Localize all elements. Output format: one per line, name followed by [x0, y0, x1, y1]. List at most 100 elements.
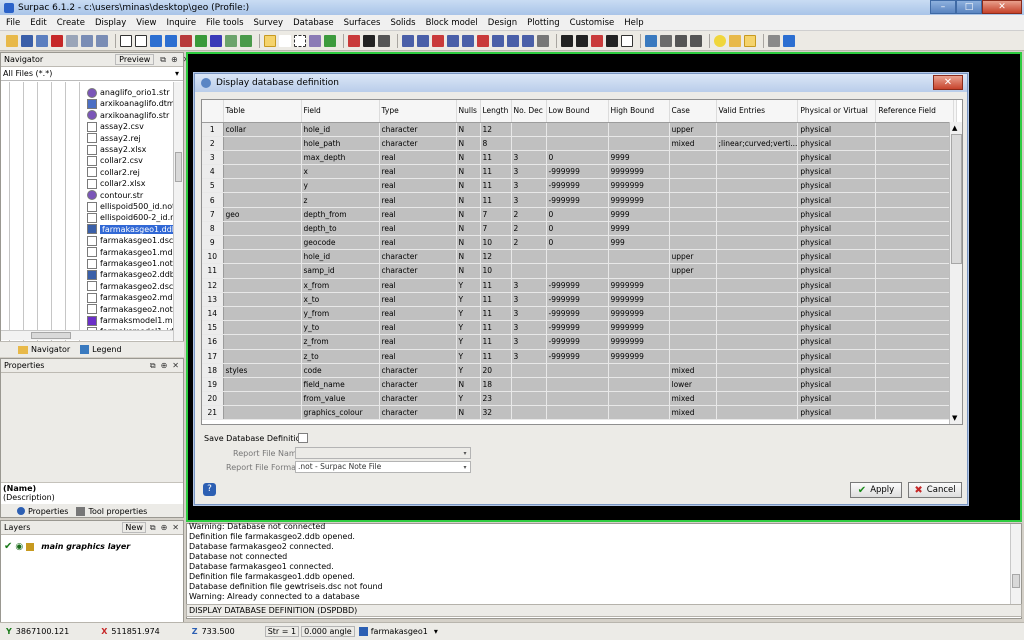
close-icon[interactable]: ✕ [172, 361, 179, 371]
break-string-icon[interactable] [477, 34, 489, 47]
table-cell[interactable] [223, 263, 302, 279]
table-cell[interactable]: physical [797, 235, 877, 251]
table-cell[interactable]: styles [223, 363, 302, 378]
table-cell[interactable] [223, 150, 302, 166]
float-icon[interactable]: ⧉ [150, 523, 156, 533]
table-cell[interactable] [875, 249, 955, 265]
table-cell[interactable]: -999999 [546, 292, 609, 307]
properties-icon[interactable] [66, 34, 78, 47]
table-cell[interactable]: Y [456, 320, 481, 336]
table-cell[interactable] [875, 349, 955, 364]
table-cell[interactable]: 7 [480, 207, 512, 222]
table-cell[interactable]: physical [797, 349, 877, 364]
report-file-name-input[interactable]: ▾ [295, 447, 471, 459]
table-cell[interactable]: physical [797, 391, 877, 407]
table-cell[interactable]: physical [797, 278, 877, 293]
eye-icon[interactable]: ◉ [15, 542, 23, 552]
table-cell[interactable]: physical [797, 249, 877, 265]
table-cell[interactable]: -999999 [546, 320, 609, 336]
table-cell[interactable]: graphics_colour [301, 405, 380, 421]
table-cell[interactable]: y_to [301, 320, 380, 336]
table-cell[interactable] [669, 221, 717, 237]
table-cell[interactable] [716, 263, 799, 279]
table-cell[interactable]: 20 [480, 363, 512, 378]
menu-solids[interactable]: Solids [390, 18, 415, 28]
table-cell[interactable] [669, 150, 717, 166]
table-cell[interactable] [223, 377, 302, 393]
table-cell[interactable]: physical [797, 122, 877, 137]
table-cell[interactable] [608, 363, 670, 378]
table-cell[interactable] [511, 263, 547, 279]
table-cell[interactable] [716, 391, 799, 407]
zoom-out-icon[interactable] [165, 34, 177, 47]
string-edit-icon[interactable] [402, 34, 414, 47]
table-row[interactable]: 7 geo depth_from real N 7 2 0 9999 physical [202, 207, 958, 222]
table-cell[interactable]: x_to [301, 292, 380, 307]
table-cell[interactable]: upper [669, 249, 717, 265]
table-row[interactable]: 18 styles code character Y 20 mixed physical [202, 363, 958, 378]
table-cell[interactable] [669, 192, 717, 208]
table-cell[interactable]: lower [669, 377, 717, 393]
select-point-icon[interactable] [264, 34, 276, 47]
table-cell[interactable]: Y [456, 391, 481, 407]
table-row[interactable]: 11 samp_id character N 10 upper physical [202, 263, 958, 279]
table-cell[interactable]: mixed [669, 136, 717, 151]
table-cell[interactable]: Y [456, 349, 481, 364]
table-cell[interactable]: physical [797, 320, 877, 336]
table-cell[interactable]: 9999999 [608, 306, 670, 322]
file-item[interactable]: assay2.xlsx [87, 144, 146, 155]
menu-help[interactable]: Help [624, 18, 643, 28]
table-cell[interactable] [716, 278, 799, 293]
light-bulb-icon[interactable] [714, 34, 726, 47]
close-icon[interactable]: ✕ [172, 523, 179, 533]
table-cell[interactable]: N [456, 377, 481, 393]
menu-edit[interactable]: Edit [30, 18, 46, 28]
table-cell[interactable]: N [456, 150, 481, 166]
table-cell[interactable]: 9999999 [608, 349, 670, 364]
table-cell[interactable] [546, 122, 609, 137]
table-cell[interactable] [716, 377, 799, 393]
table-cell[interactable] [223, 235, 302, 251]
table-cell[interactable] [223, 249, 302, 265]
menu-inquire[interactable]: Inquire [166, 18, 196, 28]
table-cell[interactable]: real [379, 320, 457, 336]
rotate-z-icon[interactable] [210, 34, 222, 47]
table-cell[interactable] [716, 178, 799, 194]
tab-tool-properties[interactable]: Tool properties [76, 506, 147, 516]
table-cell[interactable] [511, 122, 547, 137]
table-cell[interactable] [223, 278, 302, 293]
table-cell[interactable]: physical [797, 334, 877, 350]
menu-create[interactable]: Create [57, 18, 85, 28]
table-cell[interactable]: real [379, 221, 457, 237]
house-icon[interactable] [729, 34, 741, 47]
table-cell[interactable]: geo [223, 207, 302, 222]
table-cell[interactable]: 9999 [608, 221, 670, 237]
table-cell[interactable]: Y [456, 334, 481, 350]
table-cell[interactable] [546, 377, 609, 393]
table-cell[interactable]: N [456, 249, 481, 265]
table-cell[interactable]: 11 [480, 164, 512, 180]
file-item[interactable]: collar2.rej [87, 167, 140, 178]
table-cell[interactable]: 3 [511, 164, 547, 180]
table-cell[interactable] [716, 207, 799, 222]
table-cell[interactable] [875, 391, 955, 407]
table-cell[interactable] [546, 391, 609, 407]
table-cell[interactable] [608, 249, 670, 265]
checkmark-icon[interactable]: ✔ [4, 541, 12, 552]
table-cell[interactable]: physical [797, 363, 877, 378]
table-cell[interactable]: 3 [511, 292, 547, 307]
table-cell[interactable] [608, 136, 670, 151]
table-cell[interactable]: 10 [480, 235, 512, 251]
table-cell[interactable] [546, 136, 609, 151]
file-item[interactable]: arxikoanaglifo.str [87, 110, 169, 121]
table-cell[interactable]: geocode [301, 235, 380, 251]
close-button[interactable]: ✕ [982, 0, 1022, 14]
file-item[interactable]: farmaksmodel1.mdl [87, 315, 175, 326]
tab-legend[interactable]: Legend [80, 345, 122, 354]
scroll-thumb[interactable] [31, 332, 71, 339]
table-cell[interactable]: 0 [546, 221, 609, 237]
table-cell[interactable]: -999999 [546, 349, 609, 364]
table-cell[interactable]: 9999999 [608, 334, 670, 350]
layer-row[interactable]: ✔ ◉ main graphics layer [4, 541, 130, 552]
table-cell[interactable] [669, 235, 717, 251]
